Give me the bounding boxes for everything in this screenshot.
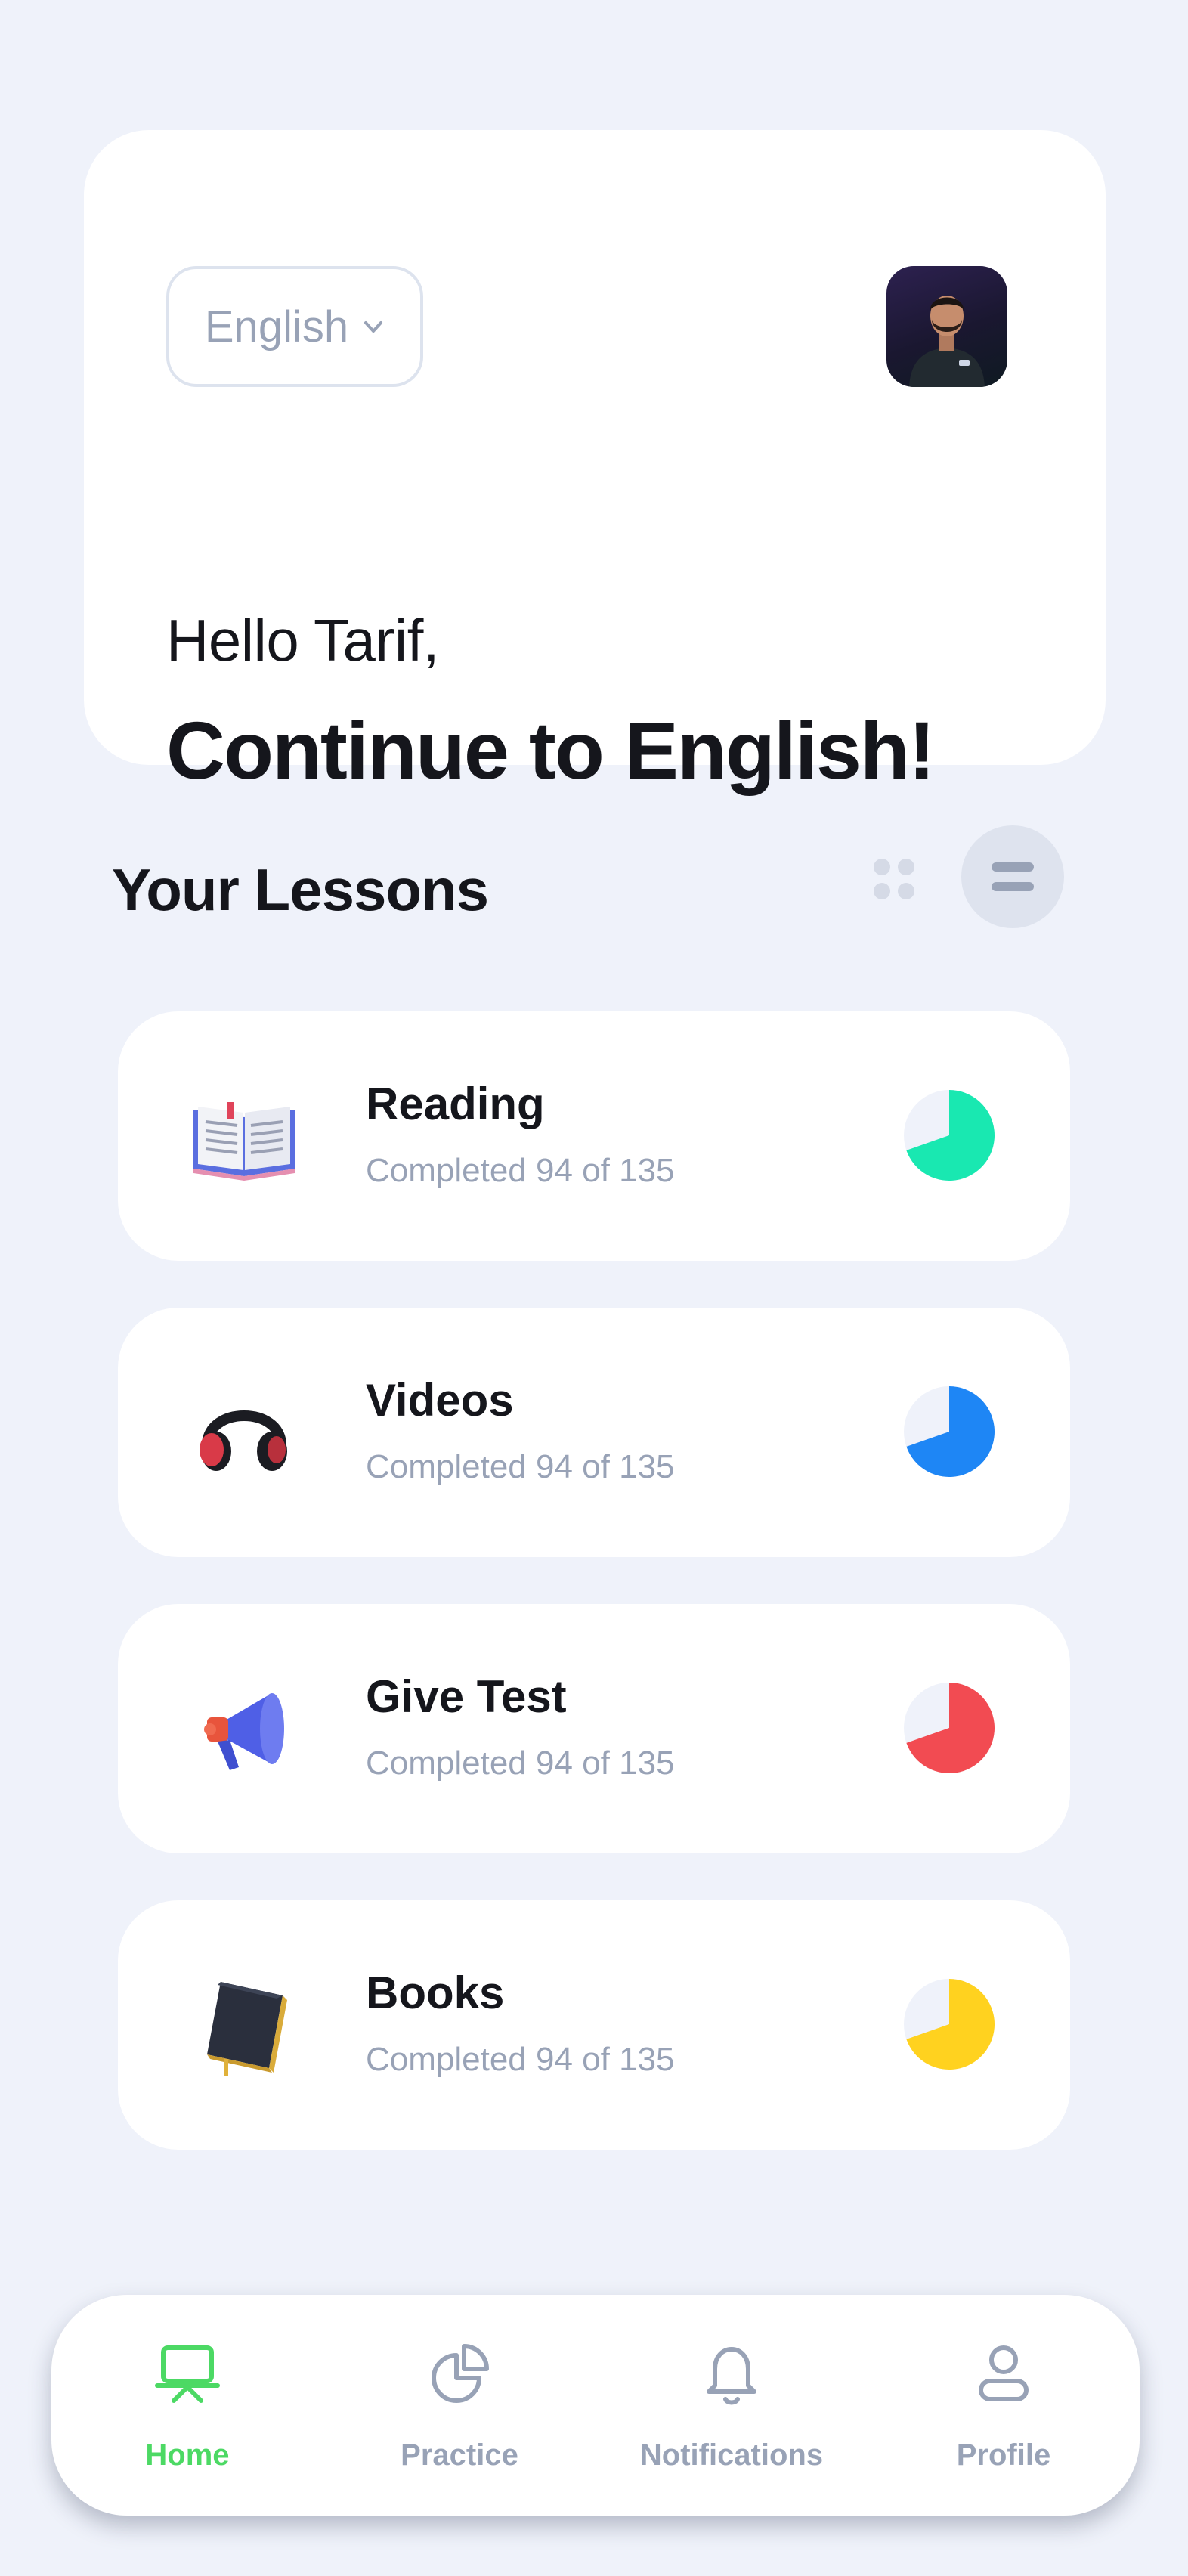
nav-item-home[interactable]: Home [51, 2295, 323, 2516]
progress-pie-icon [904, 1683, 995, 1773]
lesson-card-give-test[interactable]: Give Test Completed 94 of 135 [118, 1604, 1070, 1853]
lesson-progress-text: Completed 94 of 135 [366, 1448, 675, 1485]
home-screen: English Hello Tarif, Continue to English… [0, 0, 1188, 2576]
nav-item-practice[interactable]: Practice [323, 2295, 596, 2516]
book-icon [207, 1982, 287, 2076]
lesson-title: Give Test [366, 1671, 567, 1722]
language-label: English [204, 302, 349, 351]
lesson-title: Reading [366, 1079, 545, 1129]
progress-pie-icon [904, 1090, 995, 1181]
lesson-progress-text: Completed 94 of 135 [366, 1745, 675, 1782]
headphones-icon [200, 1410, 287, 1471]
bell-icon [707, 2347, 756, 2405]
nav-item-notifications[interactable]: Notifications [596, 2295, 868, 2516]
language-dropdown[interactable]: English [166, 266, 423, 387]
avatar-person-icon [909, 296, 985, 387]
presentation-board-icon [155, 2345, 220, 2403]
welcome-card: English Hello Tarif, Continue to English… [84, 130, 1106, 796]
pie-chart-icon [432, 2344, 489, 2403]
grid-dot [874, 859, 890, 875]
grid-dot [874, 883, 890, 899]
bottom-navigation: Home Practice Notifications Profile [51, 2295, 1140, 2516]
section-title: Your Lessons [112, 856, 489, 923]
lesson-title: Books [366, 1968, 505, 2018]
list-bar [992, 882, 1034, 891]
lesson-title: Videos [366, 1375, 514, 1426]
avatar[interactable] [886, 266, 1007, 387]
greeting-text: Hello Tarif, [166, 607, 440, 673]
megaphone-icon [204, 1693, 284, 1770]
nav-label: Home [145, 2438, 230, 2472]
lesson-card-reading[interactable]: Reading Completed 94 of 135 [118, 1011, 1070, 1261]
nav-label: Practice [401, 2438, 518, 2472]
lesson-card-videos[interactable]: Videos Completed 94 of 135 [118, 1308, 1070, 1557]
grid-view-toggle[interactable] [869, 854, 919, 904]
grid-dot [898, 883, 914, 899]
progress-pie-icon [904, 1979, 995, 2070]
nav-item-profile[interactable]: Profile [868, 2295, 1140, 2516]
open-book-icon [193, 1102, 295, 1181]
list-bar [992, 862, 1034, 872]
nav-label: Notifications [639, 2438, 824, 2472]
page-title: Continue to English! [166, 704, 936, 796]
chevron-down-icon [364, 321, 383, 333]
grid-dot [898, 859, 914, 875]
lesson-progress-text: Completed 94 of 135 [366, 2041, 675, 2078]
nav-label: Profile [956, 2438, 1051, 2472]
lesson-progress-text: Completed 94 of 135 [366, 1152, 675, 1189]
user-icon [979, 2345, 1029, 2401]
lesson-card-books[interactable]: Books Completed 94 of 135 [118, 1900, 1070, 2150]
progress-pie-icon [904, 1386, 995, 1477]
list-view-toggle[interactable] [961, 825, 1064, 928]
